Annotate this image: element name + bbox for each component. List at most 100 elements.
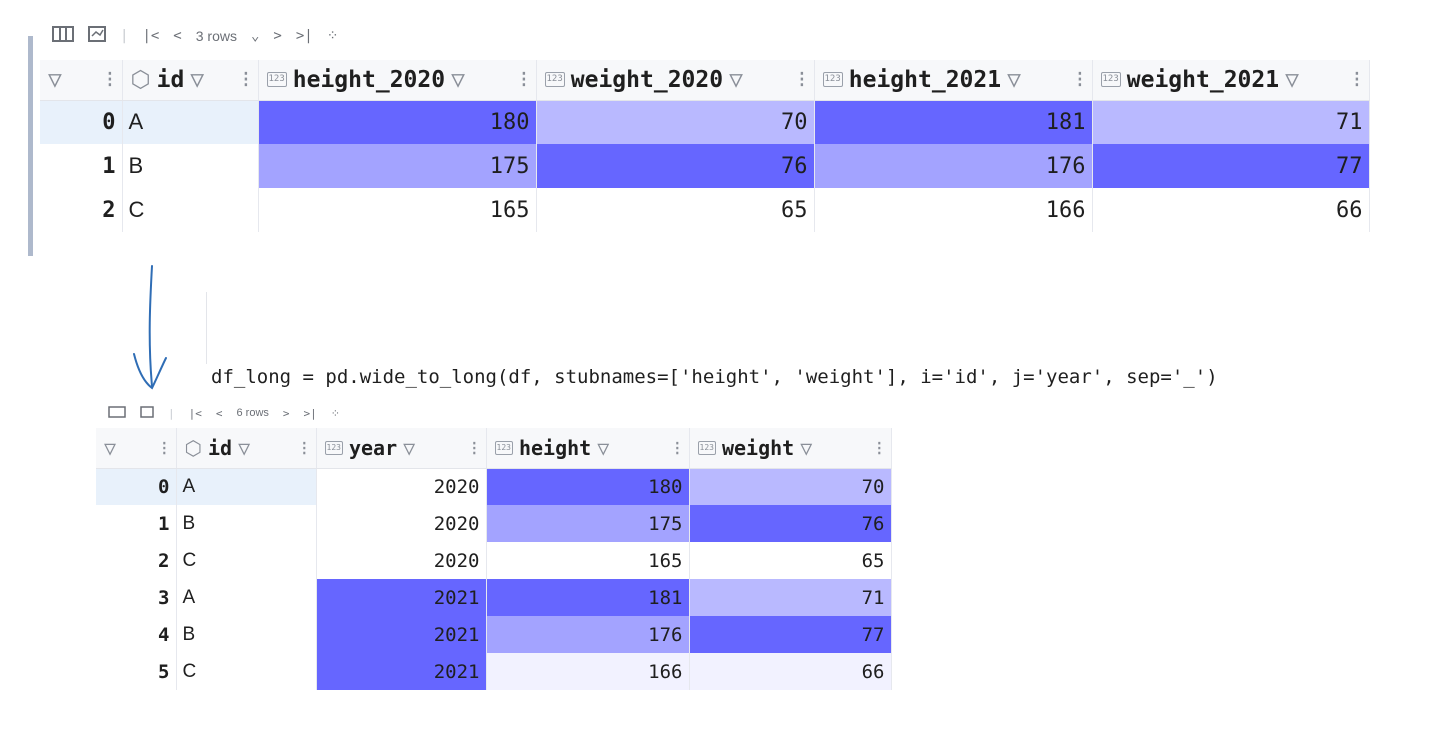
- index-cell[interactable]: 0: [40, 100, 123, 144]
- column-header-height-2021[interactable]: 123 height_2021 ▽ ⁝: [814, 60, 1093, 101]
- column-header-year[interactable]: 123 year ▽ ⁝: [316, 428, 487, 469]
- index-cell[interactable]: 2: [40, 188, 123, 232]
- rows-count-dropdown[interactable]: 3 rows: [196, 28, 237, 44]
- sort-icon[interactable]: ⁝: [674, 436, 680, 460]
- year-cell[interactable]: 2021: [316, 616, 487, 653]
- weight-cell[interactable]: 70: [689, 468, 892, 505]
- column-header-id[interactable]: ⬡ id ▽ ⁝: [176, 428, 317, 469]
- year-cell[interactable]: 2021: [316, 653, 487, 690]
- column-header-id[interactable]: ⬡ id ▽ ⁝: [122, 60, 259, 101]
- id-cell[interactable]: B: [176, 616, 317, 653]
- index-cell[interactable]: 3: [96, 579, 177, 616]
- column-header-index[interactable]: ▽ ⁝: [40, 60, 123, 101]
- sort-icon[interactable]: ⁝: [161, 436, 167, 460]
- next-page-icon[interactable]: >: [273, 28, 281, 44]
- column-header-height[interactable]: 123 height ▽ ⁝: [486, 428, 690, 469]
- weight-cell[interactable]: 65: [689, 542, 892, 579]
- grid-settings-icon[interactable]: ⁘: [331, 407, 340, 420]
- rows-count-dropdown[interactable]: 6 rows: [237, 407, 269, 419]
- year-cell[interactable]: 2020: [316, 542, 487, 579]
- weight-2021-cell[interactable]: 77: [1092, 144, 1370, 188]
- filter-icon[interactable]: ▽: [104, 436, 116, 460]
- year-cell[interactable]: 2021: [316, 579, 487, 616]
- year-cell[interactable]: 2020: [316, 505, 487, 542]
- weight-cell[interactable]: 77: [689, 616, 892, 653]
- id-cell[interactable]: C: [176, 653, 317, 690]
- sort-icon[interactable]: ⁝: [242, 67, 249, 93]
- weight-2020-cell[interactable]: 70: [536, 100, 815, 144]
- height-cell[interactable]: 181: [486, 579, 690, 616]
- filter-icon[interactable]: ▽: [729, 67, 743, 93]
- index-cell[interactable]: 0: [96, 468, 177, 505]
- height-cell[interactable]: 166: [486, 653, 690, 690]
- grid-settings-icon[interactable]: ⁘: [327, 28, 339, 44]
- column-header-index[interactable]: ▽ ⁝: [96, 428, 177, 469]
- height-2020-cell[interactable]: 180: [258, 100, 537, 144]
- sort-icon[interactable]: ⁝: [471, 436, 477, 460]
- column-header-weight[interactable]: 123 weight ▽ ⁝: [689, 428, 892, 469]
- column-header-height-2020[interactable]: 123 height_2020 ▽ ⁝: [258, 60, 537, 101]
- cell-output-marker: [28, 36, 33, 256]
- weight-2021-cell[interactable]: 66: [1092, 188, 1370, 232]
- sort-icon[interactable]: ⁝: [106, 67, 113, 93]
- table-view-icon[interactable]: [52, 26, 74, 46]
- height-cell[interactable]: 176: [486, 616, 690, 653]
- id-cell[interactable]: A: [122, 100, 259, 144]
- table-view-icon[interactable]: [108, 406, 126, 420]
- sort-icon[interactable]: ⁝: [520, 67, 527, 93]
- height-2020-cell[interactable]: 175: [258, 144, 537, 188]
- id-cell[interactable]: B: [122, 144, 259, 188]
- id-cell[interactable]: B: [176, 505, 317, 542]
- year-cell[interactable]: 2020: [316, 468, 487, 505]
- last-page-icon[interactable]: >|: [304, 407, 317, 420]
- column-header-weight-2021[interactable]: 123 weight_2021 ▽ ⁝: [1092, 60, 1370, 101]
- filter-icon[interactable]: ▽: [48, 67, 62, 93]
- sort-icon[interactable]: ⁝: [876, 436, 882, 460]
- chart-view-icon[interactable]: [88, 26, 106, 46]
- weight-2021-cell[interactable]: 71: [1092, 100, 1370, 144]
- id-cell[interactable]: A: [176, 579, 317, 616]
- last-page-icon[interactable]: >|: [296, 28, 313, 44]
- weight-2020-cell[interactable]: 76: [536, 144, 815, 188]
- sort-icon[interactable]: ⁝: [301, 436, 307, 460]
- chart-view-icon[interactable]: [140, 406, 154, 420]
- id-cell[interactable]: A: [176, 468, 317, 505]
- chevron-down-icon[interactable]: ⌄: [251, 28, 259, 44]
- height-cell[interactable]: 180: [486, 468, 690, 505]
- index-cell[interactable]: 1: [40, 144, 123, 188]
- column-header-weight-2020[interactable]: 123 weight_2020 ▽ ⁝: [536, 60, 815, 101]
- filter-icon[interactable]: ▽: [403, 436, 415, 460]
- prev-page-icon[interactable]: <: [216, 407, 223, 420]
- height-cell[interactable]: 165: [486, 542, 690, 579]
- weight-cell[interactable]: 71: [689, 579, 892, 616]
- filter-icon[interactable]: ▽: [597, 436, 609, 460]
- sort-icon[interactable]: ⁝: [798, 67, 805, 93]
- filter-icon[interactable]: ▽: [1007, 67, 1021, 93]
- index-cell[interactable]: 2: [96, 542, 177, 579]
- index-cell[interactable]: 4: [96, 616, 177, 653]
- first-page-icon[interactable]: |<: [142, 28, 159, 44]
- prev-page-icon[interactable]: <: [173, 28, 181, 44]
- height-2021-cell[interactable]: 181: [814, 100, 1093, 144]
- weight-2020-cell[interactable]: 65: [536, 188, 815, 232]
- index-cell[interactable]: 5: [96, 653, 177, 690]
- id-cell[interactable]: C: [122, 188, 259, 232]
- sort-icon[interactable]: ⁝: [1353, 67, 1360, 93]
- index-cell[interactable]: 1: [96, 505, 177, 542]
- next-page-icon[interactable]: >: [283, 407, 290, 420]
- height-2021-cell[interactable]: 176: [814, 144, 1093, 188]
- filter-icon[interactable]: ▽: [190, 67, 204, 93]
- id-cell[interactable]: C: [176, 542, 317, 579]
- weight-cell[interactable]: 76: [689, 505, 892, 542]
- first-page-icon[interactable]: |<: [189, 407, 202, 420]
- column-name: height_2020: [292, 66, 446, 93]
- filter-icon[interactable]: ▽: [451, 67, 465, 93]
- sort-icon[interactable]: ⁝: [1076, 67, 1083, 93]
- height-2020-cell[interactable]: 165: [258, 188, 537, 232]
- filter-icon[interactable]: ▽: [800, 436, 812, 460]
- height-2021-cell[interactable]: 166: [814, 188, 1093, 232]
- filter-icon[interactable]: ▽: [238, 436, 250, 460]
- weight-cell[interactable]: 66: [689, 653, 892, 690]
- height-cell[interactable]: 175: [486, 505, 690, 542]
- filter-icon[interactable]: ▽: [1285, 67, 1299, 93]
